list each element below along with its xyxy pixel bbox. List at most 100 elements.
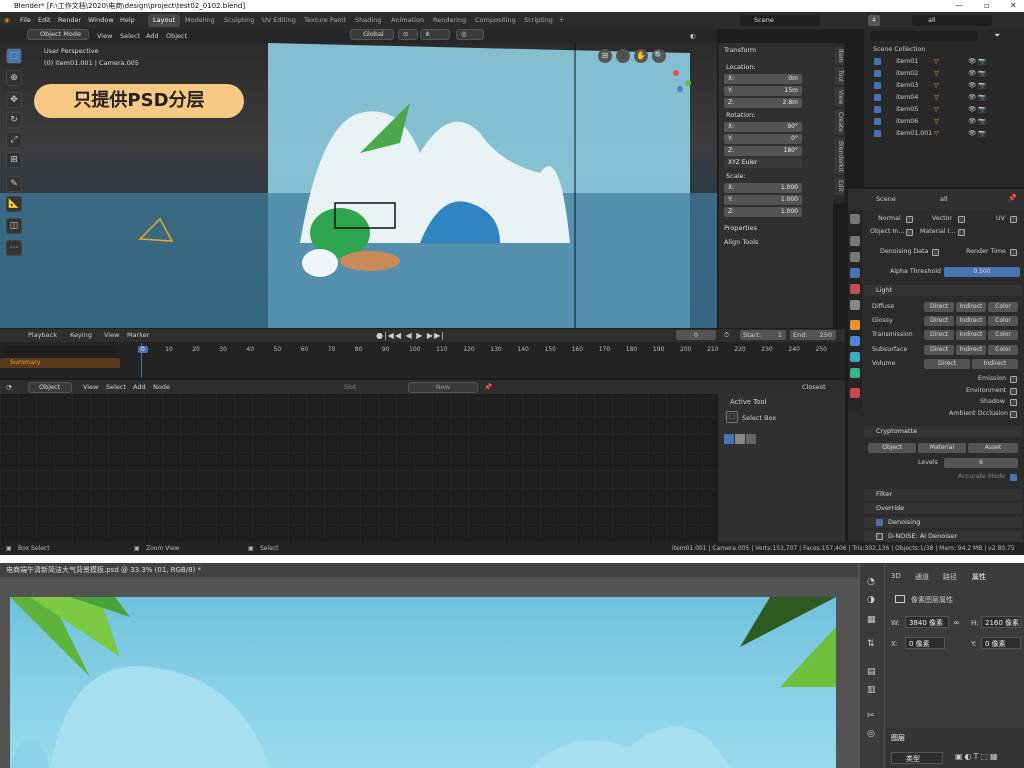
ambient-occlusion-checkbox[interactable] — [1010, 411, 1017, 418]
blender-logo-icon[interactable]: ◉ — [4, 12, 10, 29]
outliner-item[interactable]: item05 ▽ 👁 📷 — [864, 104, 1024, 116]
extra-tool-icon[interactable]: ⋯ — [6, 240, 22, 256]
transform-tool-icon[interactable]: ⊞ — [6, 152, 22, 168]
proportional-edit-icon[interactable]: ◎ — [456, 29, 484, 40]
view-layer-selector[interactable]: all — [912, 15, 992, 26]
pivot-icon[interactable]: ⊙ — [398, 29, 418, 40]
output-tab-icon[interactable] — [850, 252, 860, 262]
move-tool-icon[interactable]: ✥ — [6, 92, 22, 108]
diffuse-direct-button[interactable]: Direct — [924, 302, 954, 312]
tab-create[interactable]: Create — [834, 109, 844, 135]
link-icon[interactable]: ∞ — [953, 618, 960, 627]
tab-view[interactable]: View — [834, 87, 844, 107]
scale-z-field[interactable]: Z: 1.000 — [724, 207, 802, 217]
glossy-color-button[interactable]: Color — [988, 316, 1018, 326]
cursor-tool-icon[interactable]: ⊕ — [6, 70, 22, 86]
node-menu-select[interactable]: Select — [106, 380, 126, 394]
dnoise-checkbox[interactable] — [876, 533, 883, 540]
orientation-selector[interactable]: Global — [350, 29, 394, 40]
outliner-search-input[interactable] — [870, 31, 978, 41]
document-tab[interactable]: 电商端午清新简洁大气背景模板.psd @ 33.3% (01, RGB/8) * — [0, 563, 858, 577]
render-tab-icon[interactable] — [850, 236, 860, 246]
minimize-icon[interactable]: — — [955, 0, 963, 12]
filter-section[interactable]: Filter — [864, 489, 1022, 500]
timeline-menu-view[interactable]: View — [104, 329, 119, 342]
levels-field[interactable]: 6 — [944, 458, 1018, 468]
tab-paths[interactable]: 路径 — [943, 572, 957, 582]
particles-tab-icon[interactable] — [850, 352, 860, 362]
location-y-field[interactable]: Y: 15m — [724, 86, 802, 96]
rotation-y-field[interactable]: Y: 0° — [724, 134, 802, 144]
viewport-menu-object[interactable]: Object — [166, 29, 187, 43]
modifier-tab-icon[interactable] — [850, 336, 860, 346]
accurate-mode-checkbox[interactable] — [1010, 474, 1017, 481]
denoising-data-checkbox[interactable] — [932, 249, 939, 256]
select-mode-new-icon[interactable] — [724, 434, 734, 444]
camera-view-icon[interactable]: 🎥 — [616, 49, 630, 63]
override-section[interactable]: Override — [864, 503, 1022, 514]
glossy-direct-button[interactable]: Direct — [924, 316, 954, 326]
timeline-menu-playback[interactable]: Playback — [28, 329, 57, 342]
tool-tab-icon[interactable] — [850, 214, 860, 224]
alpha-threshold-slider[interactable]: 0.500 — [944, 267, 1020, 277]
render-time-checkbox[interactable] — [1010, 249, 1017, 256]
shader-node-editor[interactable] — [0, 380, 717, 542]
world-tab-icon[interactable] — [850, 300, 860, 310]
properties-section[interactable]: Properties — [724, 224, 757, 232]
end-frame-field[interactable]: End: 250 — [790, 330, 836, 340]
annotate-tool-icon[interactable]: ✎ — [6, 176, 22, 192]
rotation-z-field[interactable]: Z: 180° — [724, 146, 802, 156]
volume-indirect-button[interactable]: Indirect — [972, 359, 1018, 369]
timeline-menu-marker[interactable]: Marker — [127, 329, 149, 342]
menu-file[interactable]: File — [20, 12, 31, 29]
tab-modeling[interactable]: Modeling — [180, 14, 220, 27]
playback-controls-icon[interactable]: ●|◀◀ ◀ ▶ ▶▶| — [376, 329, 445, 342]
layer-panel-icon[interactable]: ▤ — [867, 667, 876, 677]
tab-sculpting[interactable]: Sculpting — [219, 14, 259, 27]
menu-window[interactable]: Window — [88, 12, 114, 29]
scene-tab-icon[interactable] — [850, 284, 860, 294]
timeline-menu-keying[interactable]: Keying — [70, 329, 92, 342]
outliner-item[interactable]: item03 ▽ 👁 📷 — [864, 80, 1024, 92]
tab-item[interactable]: Item — [834, 47, 844, 65]
denoising-checkbox[interactable] — [876, 519, 883, 526]
location-z-field[interactable]: Z: 2.8m — [724, 98, 802, 108]
tab-layers[interactable]: 图层 — [891, 733, 905, 743]
tab-shading[interactable]: Shading — [350, 14, 386, 27]
emission-checkbox[interactable] — [1010, 376, 1017, 383]
histogram-icon[interactable]: ◑ — [867, 595, 875, 605]
subsurface-direct-button[interactable]: Direct — [924, 345, 954, 355]
tab-channels[interactable]: 通道 — [915, 572, 929, 582]
rotate-tool-icon[interactable]: ↻ — [6, 112, 22, 128]
y-field[interactable]: 0 像素 — [981, 637, 1021, 649]
swatches-icon[interactable]: ▦ — [867, 615, 876, 625]
measure-tool-icon[interactable]: 📐 — [6, 196, 22, 212]
vector-checkbox[interactable] — [958, 216, 965, 223]
glossy-indirect-button[interactable]: Indirect — [956, 316, 986, 326]
editor-type-icon[interactable]: ◔ — [6, 380, 12, 394]
timeline-search-input[interactable] — [4, 345, 116, 355]
add-cube-tool-icon[interactable]: ◫ — [6, 218, 22, 234]
select-box-tool-icon[interactable]: ⬚ — [6, 48, 22, 64]
maximize-icon[interactable]: ▫ — [984, 0, 989, 12]
width-field[interactable]: 3840 像素 — [905, 616, 949, 628]
outliner-item[interactable]: item02 ▽ 👁 📷 — [864, 68, 1024, 80]
height-field[interactable]: 2160 像素 — [981, 616, 1021, 628]
select-mode-extend-icon[interactable] — [735, 434, 745, 444]
node-menu-node[interactable]: Node — [153, 380, 170, 394]
transform-section[interactable]: Transform — [724, 46, 756, 54]
object-index-checkbox[interactable] — [906, 229, 913, 236]
outliner-item[interactable]: item01.001 ▽ 👁 📷 — [864, 128, 1024, 140]
euler-mode-selector[interactable]: XYZ Euler — [724, 158, 802, 168]
snap-mode-selector[interactable]: Closest — [802, 380, 826, 394]
viewport-menu-add[interactable]: Add — [146, 29, 159, 43]
scene-name[interactable]: Scene — [876, 195, 896, 203]
info-icon[interactable]: ▥ — [867, 685, 876, 695]
rotation-x-field[interactable]: X: 90° — [724, 122, 802, 132]
scene-collection-row[interactable]: Scene Collection — [864, 44, 1024, 56]
hand-pan-icon[interactable]: ✋ — [634, 49, 648, 63]
grid-view-icon[interactable]: ⊞ — [598, 49, 612, 63]
tab-uv-editing[interactable]: UV Editing — [257, 14, 301, 27]
material-tab-icon[interactable] — [850, 388, 860, 398]
node-menu-add[interactable]: Add — [133, 380, 146, 394]
